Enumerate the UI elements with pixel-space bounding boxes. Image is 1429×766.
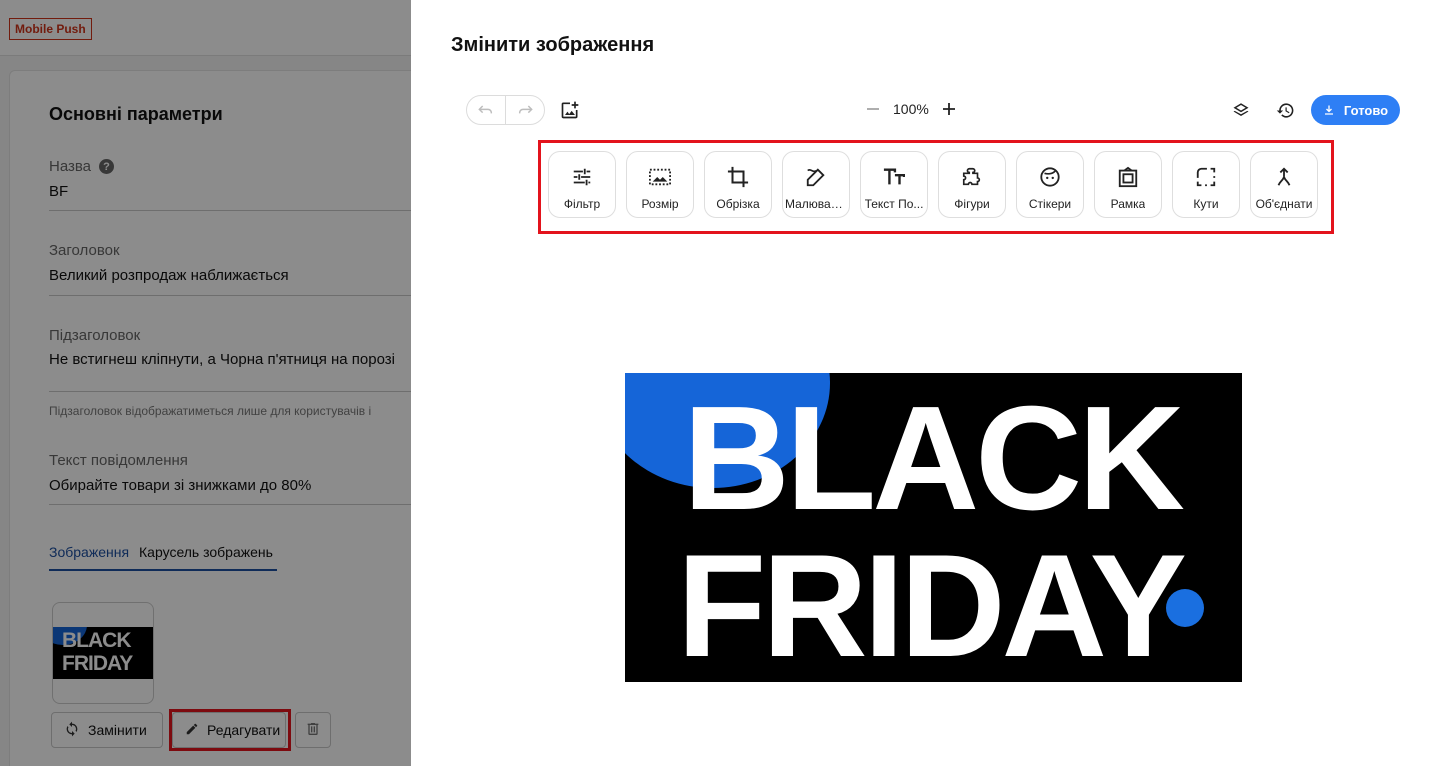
tool-label: Малювання bbox=[785, 197, 847, 211]
image-text-friday: FRIDAY bbox=[677, 524, 1187, 682]
text-icon bbox=[882, 165, 906, 189]
tool-filter[interactable]: Фільтр bbox=[548, 151, 616, 218]
resize-icon bbox=[648, 165, 672, 189]
tool-resize[interactable]: Розмір bbox=[626, 151, 694, 218]
tool-label: Обрізка bbox=[716, 197, 760, 211]
undo-button[interactable] bbox=[467, 96, 505, 124]
undo-icon bbox=[478, 105, 493, 114]
image-editor-panel: Змінити зображення 100% Готово Фільтр Ро… bbox=[411, 0, 1429, 766]
zoom-out-icon[interactable] bbox=[865, 99, 881, 119]
crop-icon bbox=[726, 165, 750, 189]
tool-label: Фільтр bbox=[563, 197, 601, 211]
zoom-control: 100% bbox=[865, 99, 957, 119]
undo-redo-group bbox=[466, 95, 545, 125]
layers-icon[interactable] bbox=[1230, 99, 1252, 121]
draw-icon bbox=[804, 165, 828, 189]
download-icon bbox=[1324, 105, 1333, 115]
sticker-icon bbox=[1038, 165, 1062, 189]
done-button[interactable]: Готово bbox=[1311, 95, 1400, 125]
tool-label: Стікери bbox=[1028, 197, 1072, 211]
editor-canvas-image[interactable]: BLACK FRIDAY bbox=[625, 373, 1242, 682]
zoom-in-icon[interactable] bbox=[941, 99, 957, 119]
tool-draw[interactable]: Малювання bbox=[782, 151, 850, 218]
zoom-level: 100% bbox=[893, 101, 929, 117]
modal-overlay[interactable] bbox=[0, 0, 411, 766]
tool-stickers[interactable]: Стікери bbox=[1016, 151, 1084, 218]
tool-crop[interactable]: Обрізка bbox=[704, 151, 772, 218]
tool-label: Фігури bbox=[954, 197, 990, 211]
editor-title: Змінити зображення bbox=[451, 34, 655, 56]
history-icon[interactable] bbox=[1274, 99, 1296, 121]
tool-frame[interactable]: Рамка bbox=[1094, 151, 1162, 218]
tool-label: Текст По... bbox=[864, 197, 924, 211]
tool-corners[interactable]: Кути bbox=[1172, 151, 1240, 218]
tool-label: Кути bbox=[1193, 197, 1219, 211]
corners-icon bbox=[1194, 165, 1218, 189]
redo-button[interactable] bbox=[505, 96, 544, 124]
tool-label: Розмір bbox=[641, 197, 679, 211]
add-image-icon[interactable] bbox=[559, 99, 581, 121]
tool-label: Рамка bbox=[1110, 197, 1146, 211]
image-text-black: BLACK bbox=[683, 376, 1185, 541]
tool-shapes[interactable]: Фігури bbox=[938, 151, 1006, 218]
merge-icon bbox=[1272, 165, 1296, 189]
shapes-icon bbox=[960, 165, 984, 189]
sliders-icon bbox=[570, 165, 594, 189]
tool-merge[interactable]: Об'єднати bbox=[1250, 151, 1318, 218]
tool-text[interactable]: Текст По... bbox=[860, 151, 928, 218]
editor-toolbar: Фільтр Розмір Обрізка Малювання Текст По… bbox=[548, 151, 1318, 218]
frame-icon bbox=[1116, 165, 1140, 189]
tool-label: Об'єднати bbox=[1255, 197, 1313, 211]
done-label: Готово bbox=[1343, 102, 1389, 118]
redo-icon bbox=[518, 105, 533, 114]
